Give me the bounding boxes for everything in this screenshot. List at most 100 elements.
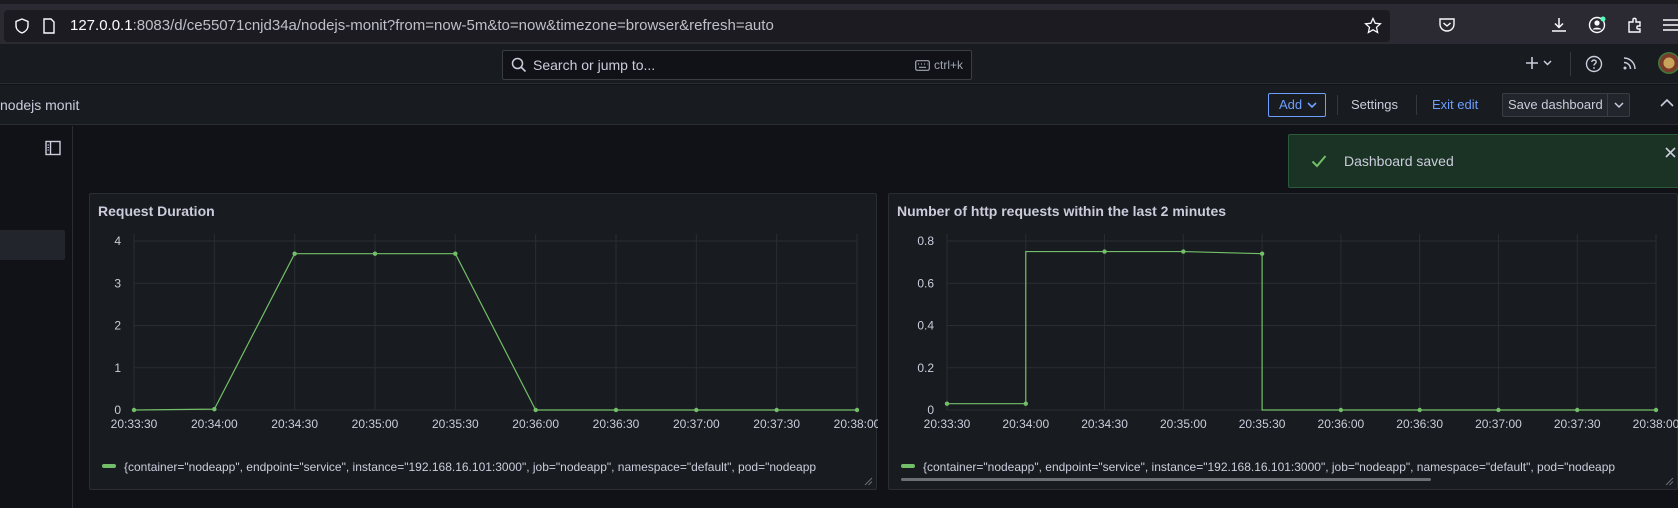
news-feed-icon[interactable] bbox=[1622, 55, 1638, 71]
url-text[interactable]: 127.0.0.1:8083/d/ce55071cnjd34a/nodejs-m… bbox=[70, 17, 774, 34]
x-tick-label: 20:35:30 bbox=[432, 417, 479, 431]
success-toast: Dashboard saved bbox=[1288, 134, 1678, 188]
data-point bbox=[1575, 407, 1580, 413]
exit-edit-button[interactable]: Exit edit bbox=[1432, 97, 1478, 112]
add-button[interactable]: Add bbox=[1268, 93, 1326, 117]
x-tick-label: 20:34:30 bbox=[1081, 417, 1128, 431]
data-point bbox=[1417, 407, 1422, 413]
search-input[interactable]: Search or jump to... ctrl+k bbox=[502, 50, 972, 80]
request-duration-chart: 0 1 2 3 4 20:33:30 20:34:00 20:34:30 20:35:00 20:… bbox=[111, 234, 878, 431]
x-tick-label: 20:37:00 bbox=[1475, 417, 1522, 431]
legend-item[interactable]: {container="nodeapp", endpoint="service"… bbox=[102, 460, 862, 478]
x-tick-label: 20:36:00 bbox=[512, 417, 559, 431]
data-point bbox=[774, 407, 779, 413]
dashboard-toolbar: nodejs monit Add Settings Exit edit Save… bbox=[0, 85, 1678, 125]
y-tick-label: 4 bbox=[114, 234, 121, 248]
y-tick-label: 1 bbox=[114, 361, 121, 375]
x-tick-label: 20:36:30 bbox=[593, 417, 640, 431]
data-point bbox=[694, 407, 699, 413]
x-tick-label: 20:36:00 bbox=[1318, 417, 1365, 431]
x-tick-label: 20:35:30 bbox=[1239, 417, 1286, 431]
chevron-up-icon[interactable] bbox=[1660, 98, 1674, 108]
x-tick-label: 20:33:30 bbox=[924, 417, 971, 431]
data-point bbox=[292, 251, 297, 256]
data-point bbox=[1102, 249, 1107, 254]
new-menu-icon[interactable] bbox=[1524, 55, 1554, 71]
avatar[interactable] bbox=[1658, 52, 1678, 74]
data-point bbox=[533, 407, 538, 413]
panel-request-duration[interactable]: Request Duration 0 1 2 3 4 20:33:30 20:34:00 20… bbox=[89, 193, 878, 490]
x-tick-label: 20:38:00 bbox=[834, 417, 878, 431]
x-tick-label: 20:35:00 bbox=[352, 417, 399, 431]
x-tick-label: 20:34:00 bbox=[191, 417, 238, 431]
resize-handle-icon[interactable] bbox=[1665, 477, 1674, 486]
pocket-icon[interactable] bbox=[1438, 16, 1456, 34]
dock-menu-icon[interactable] bbox=[45, 140, 61, 156]
http-requests-chart: 0 0.2 0.4 0.6 0.8 20:33:30 20:34:00 20:34:30 20:… bbox=[917, 234, 1678, 431]
y-tick-label: 0 bbox=[927, 403, 934, 417]
save-dashboard-label: Save dashboard bbox=[1508, 97, 1603, 112]
panel-http-requests[interactable]: Number of http requests within the last … bbox=[888, 193, 1678, 490]
help-icon[interactable] bbox=[1585, 55, 1603, 73]
breadcrumb-dashboard-title[interactable]: nodejs monit bbox=[0, 97, 79, 113]
x-tick-label: 20:37:00 bbox=[673, 417, 720, 431]
x-tick-label: 20:34:00 bbox=[1002, 417, 1049, 431]
data-point bbox=[1259, 251, 1265, 256]
legend-label: {container="nodeapp", endpoint="service"… bbox=[124, 460, 817, 474]
legend-label: {container="nodeapp", endpoint="service"… bbox=[923, 460, 1616, 474]
x-tick-label: 20:37:30 bbox=[753, 417, 800, 431]
x-tick-label: 20:33:30 bbox=[111, 417, 158, 431]
save-dashboard-button[interactable]: Save dashboard bbox=[1502, 93, 1630, 117]
y-tick-label: 0.8 bbox=[917, 234, 934, 248]
x-tick-label: 20:36:30 bbox=[1396, 417, 1443, 431]
divider bbox=[1570, 52, 1571, 76]
address-bar[interactable]: 127.0.0.1:8083/d/ce55071cnjd34a/nodejs-m… bbox=[4, 10, 1390, 42]
save-options-dropdown[interactable] bbox=[1607, 94, 1629, 116]
x-tick-label: 20:35:00 bbox=[1160, 417, 1207, 431]
resize-handle-icon[interactable] bbox=[864, 477, 873, 486]
x-tick-label: 20:34:30 bbox=[271, 417, 318, 431]
data-point bbox=[453, 251, 458, 256]
toast-message: Dashboard saved bbox=[1344, 153, 1454, 169]
url-host: 127.0.0.1 bbox=[70, 17, 133, 34]
shortcut-label: ctrl+k bbox=[933, 58, 963, 72]
data-point bbox=[131, 407, 137, 413]
page-icon bbox=[43, 18, 55, 34]
bookmark-star-icon[interactable] bbox=[1364, 17, 1382, 35]
data-point bbox=[372, 251, 378, 256]
account-icon[interactable] bbox=[1588, 16, 1606, 34]
close-icon[interactable] bbox=[1665, 147, 1676, 158]
legend-swatch bbox=[102, 464, 116, 468]
y-tick-label: 0.2 bbox=[917, 361, 934, 375]
data-point bbox=[1338, 407, 1344, 413]
series-line bbox=[947, 250, 1656, 411]
x-tick-label: 20:38:00 bbox=[1633, 417, 1678, 431]
sidebar-item-active[interactable] bbox=[0, 230, 65, 260]
data-point bbox=[1023, 401, 1028, 406]
y-tick-label: 2 bbox=[114, 319, 121, 333]
data-point bbox=[1181, 249, 1186, 254]
series-line bbox=[133, 253, 857, 411]
y-tick-label: 0.6 bbox=[917, 276, 934, 290]
data-point bbox=[613, 407, 619, 413]
legend-item[interactable]: {container="nodeapp", endpoint="service"… bbox=[901, 460, 1661, 478]
data-point bbox=[212, 406, 217, 412]
keyboard-icon bbox=[915, 60, 930, 71]
data-point bbox=[1496, 407, 1501, 413]
shield-icon[interactable] bbox=[14, 18, 30, 34]
browser-toolbar: 127.0.0.1:8083/d/ce55071cnjd34a/nodejs-m… bbox=[0, 0, 1678, 44]
url-path: :8083/d/ce55071cnjd34a/nodejs-monit?from… bbox=[132, 17, 774, 34]
divider bbox=[1337, 95, 1338, 115]
grafana-topbar: Search or jump to... ctrl+k bbox=[0, 44, 1678, 84]
search-icon bbox=[511, 57, 527, 73]
side-menu bbox=[0, 126, 73, 508]
extensions-icon[interactable] bbox=[1626, 16, 1644, 34]
legend-scrollbar[interactable] bbox=[901, 478, 1431, 481]
check-icon bbox=[1311, 155, 1327, 168]
download-icon[interactable] bbox=[1550, 16, 1568, 34]
chevron-down-icon bbox=[1307, 102, 1317, 109]
menu-icon[interactable] bbox=[1662, 16, 1678, 34]
settings-button[interactable]: Settings bbox=[1351, 97, 1398, 112]
data-point bbox=[1653, 407, 1659, 413]
data-point bbox=[944, 401, 950, 406]
